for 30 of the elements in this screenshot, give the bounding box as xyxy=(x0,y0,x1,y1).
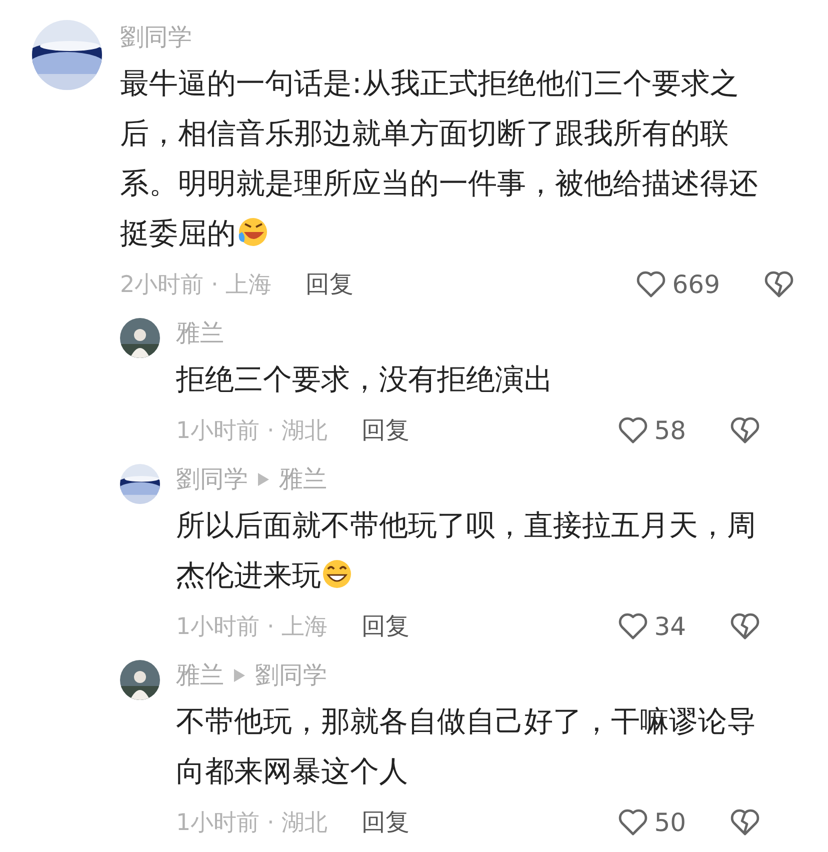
comment-text: 不带他玩，那就各自做自己好了，干嘛谬论导向都来网暴这个人 xyxy=(176,703,757,790)
broken-heart-icon xyxy=(730,416,760,444)
reply-link[interactable]: 回复 xyxy=(362,414,410,446)
like-button[interactable]: 34 xyxy=(618,612,686,640)
broken-heart-icon xyxy=(730,808,760,836)
like-button[interactable]: 58 xyxy=(618,416,686,444)
broken-heart-icon xyxy=(764,270,794,298)
reply-link[interactable]: 回复 xyxy=(362,806,410,838)
comment-meta: 1小时前 · 湖北 xyxy=(176,808,328,838)
dislike-button[interactable] xyxy=(730,416,760,444)
comment-meta: 1小时前 · 湖北 xyxy=(176,416,328,446)
heart-icon xyxy=(618,808,648,836)
comment-meta: 1小时前 · 上海 xyxy=(176,612,328,642)
broken-heart-icon xyxy=(730,612,760,640)
comment-text: 所以后面就不带他玩了呗，直接拉五月天，周杰伦进来玩 xyxy=(176,507,757,594)
like-button[interactable]: 669 xyxy=(636,270,720,298)
reply-link[interactable]: 回复 xyxy=(362,610,410,642)
comment-text: 拒绝三个要求，没有拒绝演出 xyxy=(176,361,554,398)
like-button[interactable]: 50 xyxy=(618,808,686,836)
dislike-button[interactable] xyxy=(764,270,794,298)
reply-link[interactable]: 回复 xyxy=(306,268,354,300)
reply-arrow-icon xyxy=(258,472,269,486)
dislike-button[interactable] xyxy=(730,808,760,836)
heart-icon xyxy=(618,612,648,640)
heart-icon xyxy=(636,270,666,298)
comment-text: 最牛逼的一句话是:从我正式拒绝他们三个要求之后，相信音乐那边就单方面切断了跟我所有的联系。明明就是理所应当的一件事，被他给描述得还挺委屈的 xyxy=(120,65,759,252)
comment-meta: 2小时前 · 上海 xyxy=(120,270,272,300)
dislike-button[interactable] xyxy=(730,612,760,640)
reply-arrow-icon xyxy=(234,668,245,682)
heart-icon xyxy=(618,416,648,444)
